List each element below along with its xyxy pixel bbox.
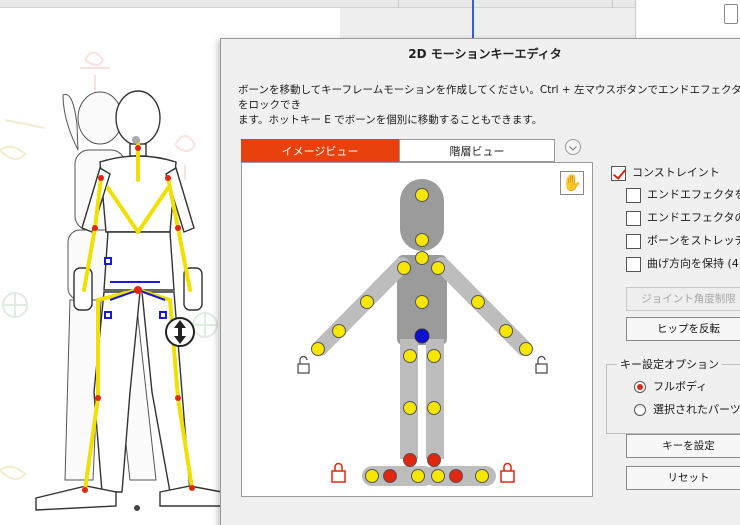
full-body-radio[interactable]: フルボディ [634, 379, 707, 395]
joint-angle-limit-button[interactable]: ジョイント角度制限 [626, 287, 740, 311]
flip-hip-button[interactable]: ヒップを反転 [626, 317, 740, 341]
background-pattern-yellow [0, 119, 46, 481]
full-body-label: フルボディ [653, 380, 708, 393]
constraint-label: コンストレイント [632, 166, 720, 179]
skeleton-diagram [297, 179, 548, 486]
stretch-bone-label: ボーンをストレッチ (3) [647, 234, 740, 247]
checkbox-icon[interactable] [626, 187, 641, 203]
effector-angle-label: エンドエフェクタの角度 [647, 211, 740, 224]
hand-pan-icon[interactable]: ✋ [560, 171, 584, 195]
checkbox-icon[interactable] [626, 210, 641, 226]
rotate-effector-label: エンドエフェクタを回転 [647, 188, 740, 201]
rotate-effector-checkbox[interactable]: エンドエフェクタを回転 [626, 186, 740, 204]
checkbox-icon[interactable] [626, 256, 641, 272]
tab-image-view[interactable]: イメージビュー [241, 139, 399, 162]
chevron-down-icon[interactable] [565, 139, 581, 155]
dialog-title: 2D モーションキーエディタ [221, 39, 740, 69]
center-joint[interactable] [414, 328, 430, 344]
app-toolbar [0, 0, 740, 40]
right-panel-strip [635, 0, 740, 40]
radio-selected-icon[interactable] [634, 381, 646, 393]
tab-hierarchy-view[interactable]: 階層ビュー [399, 139, 555, 162]
origin-marker [134, 505, 140, 511]
selected-parts-label: 選択されたパーツ [653, 403, 740, 416]
canvas-gray-area [340, 8, 635, 40]
move-handle-icon[interactable] [165, 317, 195, 347]
dialog-instructions: ボーンを移動してキーフレームモーションを作成してください。Ctrl + 左マウス… [238, 84, 740, 126]
unlock-icon[interactable] [297, 355, 310, 374]
radio-icon[interactable] [634, 404, 646, 416]
lock-icon[interactable] [331, 462, 346, 483]
selected-parts-radio[interactable]: 選択されたパーツ [634, 402, 740, 418]
keep-bend-label: 曲げ方向を保持 (4) [647, 257, 740, 270]
panel-mini-button[interactable] [724, 4, 738, 24]
constraint-checkbox[interactable]: コンストレイント [611, 164, 720, 182]
effector-angle-checkbox[interactable]: エンドエフェクタの角度 [626, 209, 740, 227]
lock-icon[interactable] [500, 462, 515, 483]
key-options-group [606, 364, 740, 434]
timeline-cursor [472, 0, 474, 40]
head-joint [132, 136, 140, 144]
unlock-icon[interactable] [535, 355, 548, 374]
skeleton-viewer[interactable]: ✋ [241, 162, 593, 497]
checkbox-icon[interactable] [626, 233, 641, 249]
set-key-button[interactable]: キーを設定 [626, 434, 740, 458]
motion-key-editor-dialog: 2D モーションキーエディタ ボーンを移動してキーフレームモーションを作成してく… [220, 38, 740, 525]
stretch-bone-checkbox[interactable]: ボーンをストレッチ (3) [626, 232, 740, 250]
key-options-title: キー設定オプション [617, 356, 722, 372]
keep-bend-checkbox[interactable]: 曲げ方向を保持 (4) [626, 255, 740, 273]
checkbox-checked-icon[interactable] [611, 165, 626, 181]
reset-button[interactable]: リセット [626, 466, 740, 490]
